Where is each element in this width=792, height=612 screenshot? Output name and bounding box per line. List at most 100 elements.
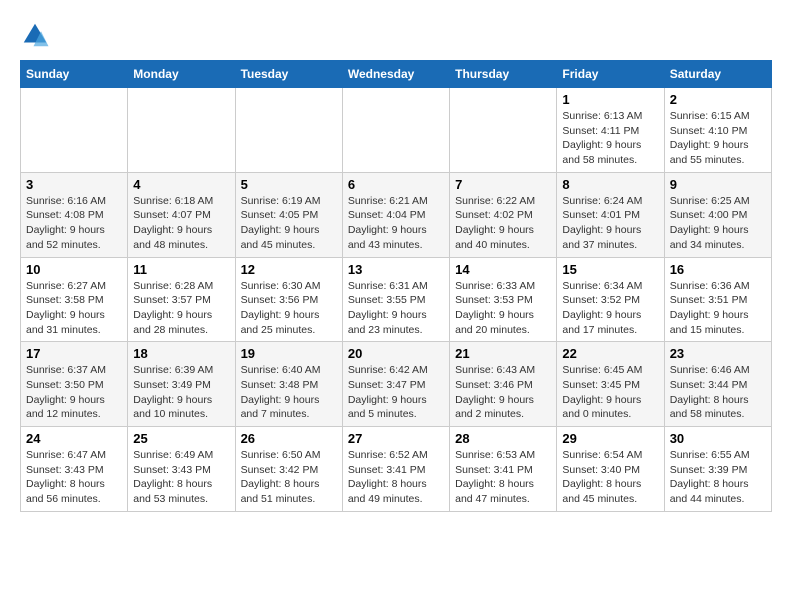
day-number: 20: [348, 346, 444, 361]
day-info: Sunrise: 6:28 AM Sunset: 3:57 PM Dayligh…: [133, 279, 229, 338]
calendar-cell: [450, 88, 557, 173]
calendar-cell: 26 Sunrise: 6:50 AM Sunset: 3:42 PM Dayli…: [235, 427, 342, 512]
day-info: Sunrise: 6:53 AM Sunset: 3:41 PM Dayligh…: [455, 448, 551, 507]
calendar-table: SundayMondayTuesdayWednesdayThursdayFrid…: [20, 60, 772, 512]
day-number: 16: [670, 262, 766, 277]
day-header-monday: Monday: [128, 61, 235, 88]
day-number: 5: [241, 177, 337, 192]
calendar-cell: 3 Sunrise: 6:16 AM Sunset: 4:08 PM Daylig…: [21, 172, 128, 257]
day-info: Sunrise: 6:49 AM Sunset: 3:43 PM Dayligh…: [133, 448, 229, 507]
day-number: 26: [241, 431, 337, 446]
calendar-cell: 25Sunrise: 6:49 AM Sunset: 3:43 PM Dayli…: [128, 427, 235, 512]
calendar-week-2: 3 Sunrise: 6:16 AM Sunset: 4:08 PM Daylig…: [21, 172, 772, 257]
calendar-cell: 10 Sunrise: 6:27 AM Sunset: 3:58 PM Dayli…: [21, 257, 128, 342]
day-number: 6: [348, 177, 444, 192]
calendar-cell: 2 Sunrise: 6:15 AM Sunset: 4:10 PM Daylig…: [664, 88, 771, 173]
day-info: Sunrise: 6:45 AM Sunset: 3:45 PM Dayligh…: [562, 363, 658, 422]
calendar-cell: 1 Sunrise: 6:13 AM Sunset: 4:11 PM Daylig…: [557, 88, 664, 173]
calendar-cell: [235, 88, 342, 173]
day-number: 13: [348, 262, 444, 277]
day-header-friday: Friday: [557, 61, 664, 88]
day-number: 22: [562, 346, 658, 361]
calendar-cell: 27Sunrise: 6:52 AM Sunset: 3:41 PM Dayli…: [342, 427, 449, 512]
day-number: 21: [455, 346, 551, 361]
day-number: 10: [26, 262, 122, 277]
calendar-cell: 18 Sunrise: 6:39 AM Sunset: 3:49 PM Dayli…: [128, 342, 235, 427]
calendar-week-1: 1 Sunrise: 6:13 AM Sunset: 4:11 PM Daylig…: [21, 88, 772, 173]
calendar-cell: 16 Sunrise: 6:36 AM Sunset: 3:51 PM Dayli…: [664, 257, 771, 342]
day-info: Sunrise: 6:15 AM Sunset: 4:10 PM Dayligh…: [670, 109, 766, 168]
calendar-week-4: 17 Sunrise: 6:37 AM Sunset: 3:50 PM Dayli…: [21, 342, 772, 427]
calendar-cell: 8Sunrise: 6:24 AM Sunset: 4:01 PM Daylig…: [557, 172, 664, 257]
day-number: 2: [670, 92, 766, 107]
day-number: 24: [26, 431, 122, 446]
day-info: Sunrise: 6:37 AM Sunset: 3:50 PM Dayligh…: [26, 363, 122, 422]
day-header-wednesday: Wednesday: [342, 61, 449, 88]
day-info: Sunrise: 6:18 AM Sunset: 4:07 PM Dayligh…: [133, 194, 229, 253]
page-header: [20, 20, 772, 50]
day-number: 17: [26, 346, 122, 361]
calendar-cell: 20 Sunrise: 6:42 AM Sunset: 3:47 PM Dayli…: [342, 342, 449, 427]
day-header-sunday: Sunday: [21, 61, 128, 88]
day-info: Sunrise: 6:42 AM Sunset: 3:47 PM Dayligh…: [348, 363, 444, 422]
logo-icon: [20, 20, 50, 50]
day-number: 28: [455, 431, 551, 446]
day-info: Sunrise: 6:13 AM Sunset: 4:11 PM Dayligh…: [562, 109, 658, 168]
calendar-cell: 12 Sunrise: 6:30 AM Sunset: 3:56 PM Dayli…: [235, 257, 342, 342]
calendar-cell: [21, 88, 128, 173]
day-header-thursday: Thursday: [450, 61, 557, 88]
day-number: 27: [348, 431, 444, 446]
day-info: Sunrise: 6:39 AM Sunset: 3:49 PM Dayligh…: [133, 363, 229, 422]
day-number: 23: [670, 346, 766, 361]
day-header-tuesday: Tuesday: [235, 61, 342, 88]
day-number: 4: [133, 177, 229, 192]
day-number: 3: [26, 177, 122, 192]
day-info: Sunrise: 6:46 AM Sunset: 3:44 PM Dayligh…: [670, 363, 766, 422]
calendar-cell: [342, 88, 449, 173]
day-number: 12: [241, 262, 337, 277]
day-number: 15: [562, 262, 658, 277]
day-info: Sunrise: 6:55 AM Sunset: 3:39 PM Dayligh…: [670, 448, 766, 507]
day-info: Sunrise: 6:47 AM Sunset: 3:43 PM Dayligh…: [26, 448, 122, 507]
day-number: 29: [562, 431, 658, 446]
calendar-cell: 11 Sunrise: 6:28 AM Sunset: 3:57 PM Dayli…: [128, 257, 235, 342]
calendar-cell: 15Sunrise: 6:34 AM Sunset: 3:52 PM Dayli…: [557, 257, 664, 342]
calendar-cell: 22 Sunrise: 6:45 AM Sunset: 3:45 PM Dayli…: [557, 342, 664, 427]
day-info: Sunrise: 6:50 AM Sunset: 3:42 PM Dayligh…: [241, 448, 337, 507]
day-info: Sunrise: 6:54 AM Sunset: 3:40 PM Dayligh…: [562, 448, 658, 507]
calendar-cell: 5 Sunrise: 6:19 AM Sunset: 4:05 PM Daylig…: [235, 172, 342, 257]
day-number: 14: [455, 262, 551, 277]
day-info: Sunrise: 6:25 AM Sunset: 4:00 PM Dayligh…: [670, 194, 766, 253]
day-info: Sunrise: 6:30 AM Sunset: 3:56 PM Dayligh…: [241, 279, 337, 338]
calendar-cell: 9 Sunrise: 6:25 AM Sunset: 4:00 PM Daylig…: [664, 172, 771, 257]
calendar-cell: 23 Sunrise: 6:46 AM Sunset: 3:44 PM Dayli…: [664, 342, 771, 427]
calendar-cell: 24 Sunrise: 6:47 AM Sunset: 3:43 PM Dayli…: [21, 427, 128, 512]
day-info: Sunrise: 6:43 AM Sunset: 3:46 PM Dayligh…: [455, 363, 551, 422]
calendar-week-5: 24 Sunrise: 6:47 AM Sunset: 3:43 PM Dayli…: [21, 427, 772, 512]
day-number: 18: [133, 346, 229, 361]
calendar-cell: [128, 88, 235, 173]
calendar-cell: 19Sunrise: 6:40 AM Sunset: 3:48 PM Dayli…: [235, 342, 342, 427]
calendar-cell: 13 Sunrise: 6:31 AM Sunset: 3:55 PM Dayli…: [342, 257, 449, 342]
day-info: Sunrise: 6:16 AM Sunset: 4:08 PM Dayligh…: [26, 194, 122, 253]
calendar-header-row: SundayMondayTuesdayWednesdayThursdayFrid…: [21, 61, 772, 88]
day-info: Sunrise: 6:36 AM Sunset: 3:51 PM Dayligh…: [670, 279, 766, 338]
day-number: 1: [562, 92, 658, 107]
calendar-cell: 4 Sunrise: 6:18 AM Sunset: 4:07 PM Daylig…: [128, 172, 235, 257]
calendar-cell: 29 Sunrise: 6:54 AM Sunset: 3:40 PM Dayli…: [557, 427, 664, 512]
day-number: 7: [455, 177, 551, 192]
day-info: Sunrise: 6:31 AM Sunset: 3:55 PM Dayligh…: [348, 279, 444, 338]
day-number: 11: [133, 262, 229, 277]
calendar-cell: 30Sunrise: 6:55 AM Sunset: 3:39 PM Dayli…: [664, 427, 771, 512]
calendar-cell: 14 Sunrise: 6:33 AM Sunset: 3:53 PM Dayli…: [450, 257, 557, 342]
day-info: Sunrise: 6:19 AM Sunset: 4:05 PM Dayligh…: [241, 194, 337, 253]
day-info: Sunrise: 6:22 AM Sunset: 4:02 PM Dayligh…: [455, 194, 551, 253]
day-info: Sunrise: 6:24 AM Sunset: 4:01 PM Dayligh…: [562, 194, 658, 253]
day-header-saturday: Saturday: [664, 61, 771, 88]
day-number: 9: [670, 177, 766, 192]
day-info: Sunrise: 6:27 AM Sunset: 3:58 PM Dayligh…: [26, 279, 122, 338]
day-info: Sunrise: 6:33 AM Sunset: 3:53 PM Dayligh…: [455, 279, 551, 338]
day-number: 19: [241, 346, 337, 361]
calendar-cell: 17 Sunrise: 6:37 AM Sunset: 3:50 PM Dayli…: [21, 342, 128, 427]
day-info: Sunrise: 6:21 AM Sunset: 4:04 PM Dayligh…: [348, 194, 444, 253]
